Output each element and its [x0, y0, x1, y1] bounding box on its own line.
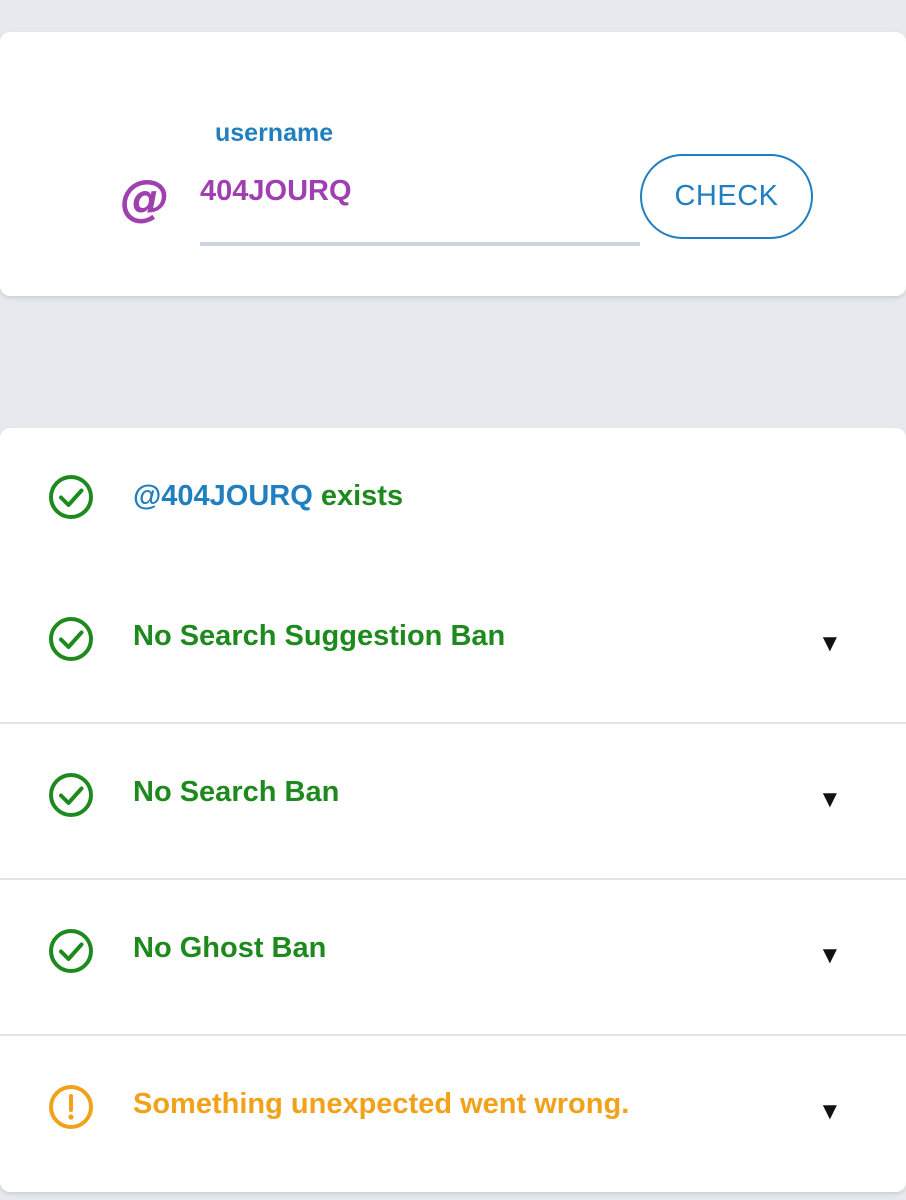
check-circle-icon: [49, 617, 93, 661]
result-label: Something unexpected went wrong.: [133, 1088, 630, 1120]
result-row-reply-deboosting[interactable]: Something unexpected went wrong. ▼: [0, 1036, 906, 1190]
username-search-card: @ username CHECK: [0, 32, 906, 296]
exclamation-circle-icon: [49, 1085, 93, 1129]
expand-caret-icon[interactable]: ▼: [818, 630, 842, 658]
result-label: No Search Suggestion Ban: [133, 620, 506, 652]
at-symbol: @: [120, 169, 170, 227]
check-button[interactable]: CHECK: [640, 154, 813, 239]
result-label: No Search Ban: [133, 776, 340, 808]
exists-message: @404JOURQ exists: [133, 478, 403, 514]
exists-suffix: exists: [312, 480, 404, 512]
username-label: username: [215, 119, 334, 147]
expand-caret-icon[interactable]: ▼: [818, 942, 842, 970]
username-input[interactable]: [200, 172, 640, 246]
check-circle-icon: [49, 773, 93, 817]
result-row-exists: @404JOURQ exists: [0, 428, 906, 568]
result-label: No Ghost Ban: [133, 932, 327, 964]
result-row-ghost-ban[interactable]: No Ghost Ban ▼: [0, 880, 906, 1034]
expand-caret-icon[interactable]: ▼: [818, 786, 842, 814]
exists-handle: @404JOURQ: [133, 480, 313, 512]
results-card: @404JOURQ exists No Search Suggestion Ba…: [0, 428, 906, 1192]
check-circle-icon: [49, 929, 93, 973]
check-circle-icon: [49, 475, 93, 519]
result-row-search-suggestion-ban[interactable]: No Search Suggestion Ban ▼: [0, 568, 906, 722]
expand-caret-icon[interactable]: ▼: [818, 1098, 842, 1126]
result-row-search-ban[interactable]: No Search Ban ▼: [0, 724, 906, 878]
